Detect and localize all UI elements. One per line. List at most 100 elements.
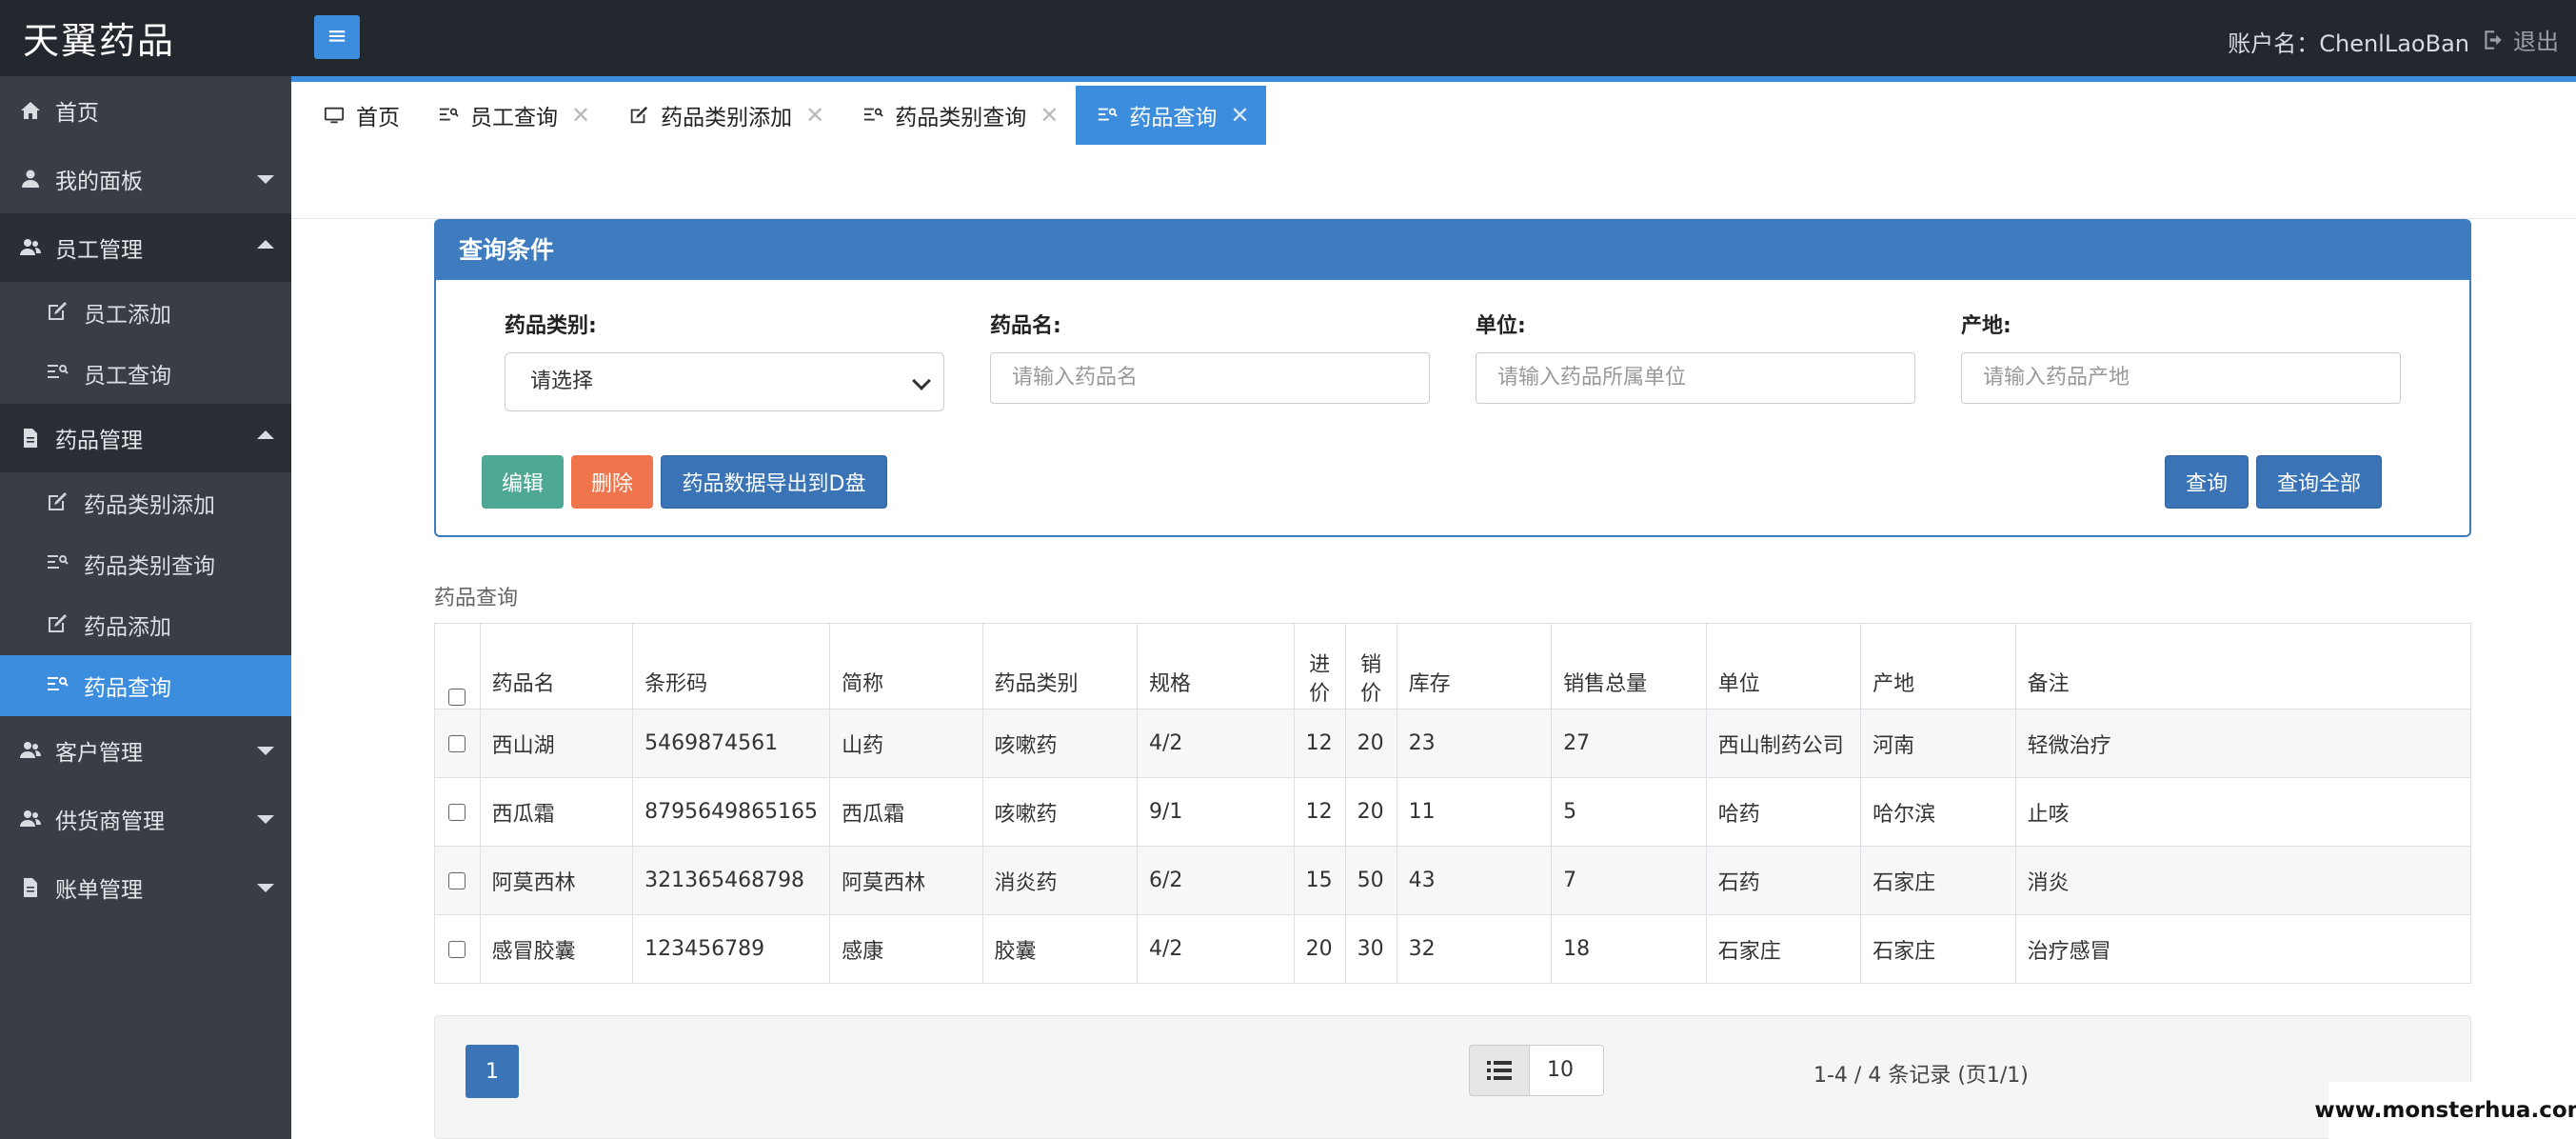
cell-unit: 西山制药公司	[1705, 709, 1862, 778]
list-icon[interactable]	[1469, 1045, 1530, 1096]
cell-name: 西山湖	[479, 709, 634, 778]
sidebar-group-customer[interactable]: 客户管理	[0, 716, 291, 785]
row-select-cell	[434, 709, 481, 778]
list-search-icon	[438, 105, 459, 126]
unit-input[interactable]: 请输入药品所属单位	[1476, 352, 1915, 404]
logout-label: 退出	[2513, 29, 2559, 55]
page-1-button[interactable]: 1	[466, 1045, 519, 1098]
table-caption: 药品查询	[434, 587, 519, 610]
chevron-down-icon	[257, 884, 274, 892]
edit-icon	[46, 300, 70, 325]
pagination-bar: 1 10 1-4 / 4 条记录 (页1/1)	[434, 1015, 2471, 1139]
chevron-down-icon	[257, 815, 274, 824]
menu-toggle-button[interactable]: ≡	[314, 15, 360, 59]
cell-short: 感康	[829, 914, 983, 984]
document-icon	[17, 874, 44, 901]
cell-barcode: 5469874561	[632, 709, 831, 778]
tab-label: 首页	[356, 106, 400, 130]
row-checkbox[interactable]	[448, 872, 466, 889]
tab-drug-type-add[interactable]: 药品类别添加 ✕	[607, 86, 842, 145]
cell-stock: 23	[1396, 709, 1553, 778]
tab-drug-type-query[interactable]: 药品类别查询 ✕	[842, 86, 1076, 145]
user-icon	[17, 166, 44, 192]
table-row[interactable]: 西瓜霜 8795649865165 西瓜霜 咳嗽药 9/1 12 20 11 5…	[434, 777, 2472, 847]
col-sale-a: 销	[1360, 653, 1382, 677]
export-button[interactable]: 药品数据导出到D盘	[661, 455, 887, 509]
main-content: 首页 员工查询 ✕ 药品类别添加 ✕ 药品类别查询 ✕ 药品查询 ✕ 查询条件 …	[291, 76, 2576, 1139]
col-spec: 规格	[1137, 623, 1295, 709]
chevron-up-icon	[257, 240, 274, 249]
row-checkbox[interactable]	[448, 735, 466, 752]
row-checkbox[interactable]	[448, 804, 466, 821]
select-all-cell	[434, 623, 481, 709]
sidebar-item-label: 员工查询	[84, 364, 171, 389]
edit-button[interactable]: 编辑	[482, 455, 564, 509]
cell-remark: 治疗感冒	[2014, 914, 2472, 984]
cell-sale: 50	[1344, 846, 1397, 915]
edit-icon	[46, 612, 70, 637]
table-row[interactable]: 感冒胶囊 123456789 感康 胶囊 4/2 20 30 32 18 石家庄…	[434, 914, 2472, 984]
watermark: www.monsterhua.com	[2314, 1082, 2576, 1139]
page-size-selector[interactable]: 10	[1469, 1045, 1604, 1096]
origin-input[interactable]: 请输入药品产地	[1961, 352, 2401, 404]
table-row[interactable]: 阿莫西林 321365468798 阿莫西林 消炎药 6/2 15 50 43 …	[434, 846, 2472, 915]
cell-stock: 43	[1396, 846, 1553, 915]
page-size-value[interactable]: 10	[1530, 1045, 1604, 1096]
col-short: 简称	[829, 623, 983, 709]
cell-origin: 河南	[1860, 709, 2016, 778]
col-total-sales: 销售总量	[1551, 623, 1707, 709]
close-icon[interactable]: ✕	[1230, 102, 1249, 129]
cell-category: 咳嗽药	[981, 777, 1139, 847]
sidebar-group-bill[interactable]: 账单管理	[0, 853, 291, 922]
name-input[interactable]: 请输入药品名	[990, 352, 1430, 404]
close-icon[interactable]: ✕	[571, 102, 590, 129]
sidebar-group-staff[interactable]: 员工管理	[0, 213, 291, 282]
cell-unit: 石药	[1705, 846, 1862, 915]
origin-label: 产地:	[1961, 314, 2011, 338]
list-search-icon	[46, 551, 70, 576]
close-icon[interactable]: ✕	[1040, 102, 1059, 129]
col-barcode: 条形码	[632, 623, 831, 709]
query-button[interactable]: 查询	[2165, 455, 2249, 509]
sidebar-item-dashboard[interactable]: 我的面板	[0, 145, 291, 213]
unit-field: 单位: 请输入药品所属单位	[1476, 309, 1915, 404]
tab-staff-query[interactable]: 员工查询 ✕	[417, 86, 607, 145]
category-select[interactable]: 请选择	[505, 352, 944, 411]
sidebar-item-label: 药品类别添加	[84, 493, 215, 518]
sidebar-item-staff-add[interactable]: 员工添加	[0, 282, 291, 343]
home-icon	[17, 97, 44, 124]
tab-home[interactable]: 首页	[303, 86, 417, 145]
category-label: 药品类别:	[505, 314, 597, 338]
chevron-down-icon	[257, 747, 274, 755]
close-icon[interactable]: ✕	[805, 102, 824, 129]
sidebar-item-home[interactable]: 首页	[0, 76, 291, 145]
list-search-icon	[1097, 105, 1119, 126]
cell-short: 西瓜霜	[829, 777, 983, 847]
sidebar-item-drug-type-add[interactable]: 药品类别添加	[0, 472, 291, 533]
account-name: 账户名：ChenlLaoBan	[2228, 30, 2469, 57]
cell-stock: 11	[1396, 777, 1553, 847]
row-checkbox[interactable]	[448, 941, 466, 958]
col-origin: 产地	[1860, 623, 2016, 709]
delete-button[interactable]: 删除	[571, 455, 653, 509]
select-all-checkbox[interactable]	[448, 689, 466, 706]
sidebar-group-supplier[interactable]: 供货商管理	[0, 785, 291, 853]
sidebar-group-drug[interactable]: 药品管理	[0, 404, 291, 472]
tab-drug-query[interactable]: 药品查询 ✕	[1076, 86, 1267, 145]
sidebar-item-drug-type-query[interactable]: 药品类别查询	[0, 533, 291, 594]
sidebar-item-drug-add[interactable]: 药品添加	[0, 594, 291, 655]
row-select-cell	[434, 914, 481, 984]
sidebar-item-label: 账单管理	[55, 878, 143, 903]
cell-barcode: 321365468798	[632, 846, 831, 915]
cell-spec: 6/2	[1137, 846, 1295, 915]
table-header-row: 药品名 条形码 简称 药品类别 规格 进价 销价 库存 销售总量 单位 产地 备…	[434, 623, 2472, 709]
sidebar-item-drug-query[interactable]: 药品查询	[0, 655, 291, 716]
sidebar-item-staff-query[interactable]: 员工查询	[0, 343, 291, 404]
row-select-cell	[434, 777, 481, 847]
origin-field: 产地: 请输入药品产地	[1961, 309, 2401, 404]
cell-stock: 32	[1396, 914, 1553, 984]
table-row[interactable]: 西山湖 5469874561 山药 咳嗽药 4/2 12 20 23 27 西山…	[434, 709, 2472, 778]
logout-button[interactable]: 退出	[2481, 23, 2559, 56]
chevron-up-icon	[257, 430, 274, 439]
query-all-button[interactable]: 查询全部	[2256, 455, 2382, 509]
